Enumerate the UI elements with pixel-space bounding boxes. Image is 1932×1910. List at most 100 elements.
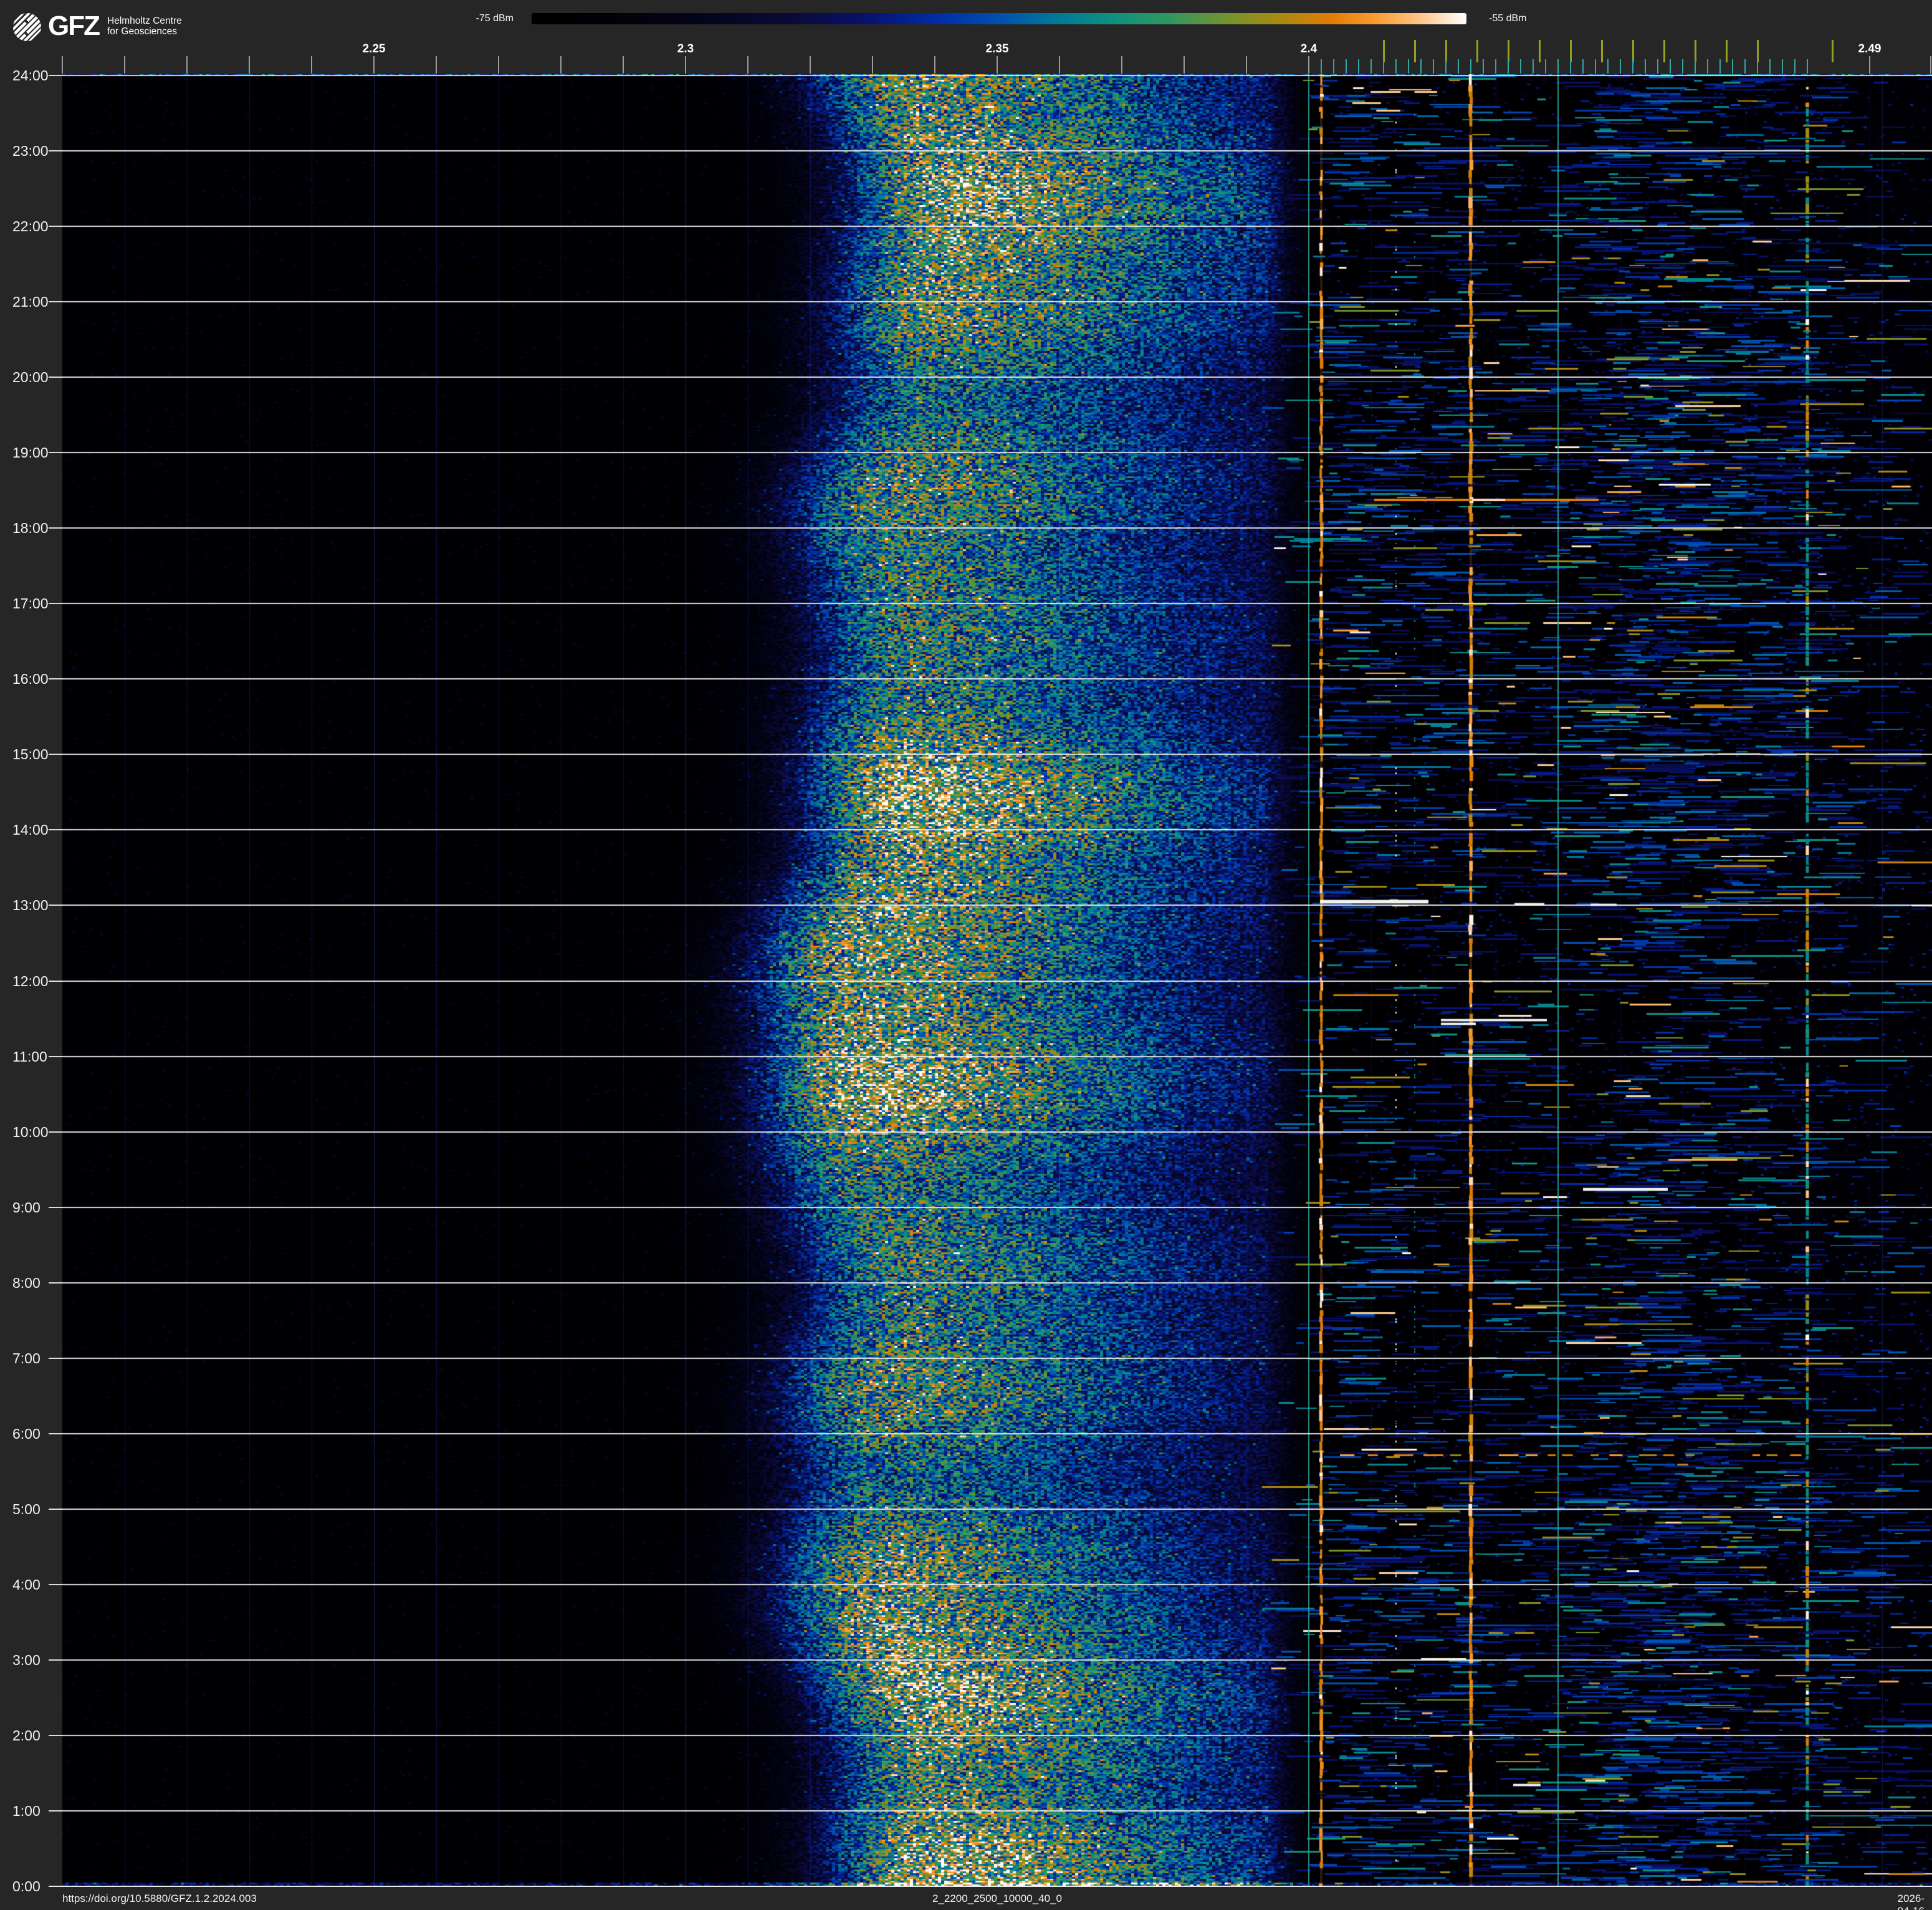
time-label-3:00: 3:00 — [12, 1651, 41, 1668]
ble-channel-tick — [1508, 59, 1509, 74]
freq-minor-tick — [249, 56, 250, 74]
wifi-channel-tick — [1414, 40, 1416, 62]
time-tick-24:00 — [49, 75, 62, 77]
wifi-channel-tick — [1539, 40, 1541, 62]
freq-minor-tick — [373, 56, 375, 74]
ble-channel-tick — [1744, 59, 1746, 74]
freq-minor-tick — [498, 56, 499, 74]
freq-minor-tick — [1121, 56, 1122, 74]
ble-channel-tick — [1607, 59, 1609, 74]
freq-minor-tick — [436, 56, 437, 74]
wifi-channel-tick — [1476, 40, 1478, 62]
ble-channel-tick — [1557, 59, 1559, 74]
time-tick-16:00 — [49, 678, 62, 680]
ble-channel-tick — [1570, 59, 1571, 74]
ble-channel-tick — [1732, 59, 1733, 74]
time-tick-17:00 — [49, 603, 62, 605]
time-label-5:00: 5:00 — [12, 1500, 41, 1517]
time-label-19:00: 19:00 — [12, 444, 49, 461]
freq-minor-tick — [560, 56, 562, 74]
ble-channel-tick — [1333, 59, 1334, 74]
ble-channel-tick — [1321, 59, 1322, 74]
time-label-0:00: 0:00 — [12, 1878, 41, 1894]
date-label: 2026-04-16 — [1897, 1893, 1925, 1910]
time-tick-20:00 — [49, 377, 62, 378]
ble-channel-tick — [1707, 59, 1708, 74]
ble-channel-tick — [1769, 59, 1771, 74]
ble-channel-tick — [1794, 59, 1796, 74]
time-label-17:00: 17:00 — [12, 595, 49, 612]
time-label-23:00: 23:00 — [12, 143, 49, 160]
time-label-7:00: 7:00 — [12, 1350, 41, 1366]
time-label-16:00: 16:00 — [12, 671, 49, 688]
doi-text: https://doi.org/10.5880/GFZ.1.2.2024.003 — [62, 1893, 257, 1904]
ble-channel-tick — [1545, 59, 1546, 74]
time-tick-11:00 — [49, 1055, 62, 1057]
time-label-11:00: 11:00 — [12, 1048, 47, 1065]
ble-channel-tick — [1346, 59, 1347, 74]
ble-channel-tick — [1595, 59, 1596, 74]
wifi-channel-tick — [1601, 40, 1603, 62]
freq-minor-tick — [1308, 56, 1309, 74]
time-tick-5:00 — [49, 1508, 62, 1510]
time-label-15:00: 15:00 — [12, 746, 49, 763]
wifi-channel-tick — [1508, 40, 1509, 62]
ble-channel-tick — [1620, 59, 1621, 74]
wifi-channel-tick — [1832, 40, 1834, 62]
freq-minor-tick — [1184, 56, 1185, 74]
wifi-channel-tick — [1383, 40, 1385, 62]
time-tick-8:00 — [49, 1282, 62, 1284]
time-tick-6:00 — [49, 1432, 62, 1434]
ble-channel-tick — [1458, 59, 1459, 74]
freq-minor-tick — [623, 56, 624, 74]
freq-label-2.25: 2.25 — [362, 42, 386, 55]
time-tick-2:00 — [49, 1734, 62, 1736]
freq-minor-tick — [1869, 56, 1870, 74]
freq-minor-tick — [311, 56, 312, 74]
time-label-14:00: 14:00 — [12, 822, 49, 838]
freq-minor-tick — [1246, 56, 1247, 74]
ble-channel-tick — [1695, 59, 1696, 74]
gfz-globe-icon — [12, 12, 42, 42]
ble-channel-tick — [1370, 59, 1372, 74]
freq-label-2.49: 2.49 — [1858, 42, 1882, 55]
freq-minor-tick — [685, 56, 686, 74]
freq-minor-tick — [997, 56, 998, 74]
ble-channel-tick — [1782, 59, 1783, 74]
wifi-channel-tick — [1445, 40, 1447, 62]
wifi-channel-tick — [1726, 40, 1728, 62]
gfz-wordmark: GFZ — [48, 11, 100, 41]
ble-channel-tick — [1433, 59, 1434, 74]
freq-minor-tick — [872, 56, 873, 74]
wifi-channel-tick — [1570, 40, 1572, 62]
time-tick-7:00 — [49, 1357, 62, 1359]
time-label-10:00: 10:00 — [12, 1123, 49, 1140]
time-label-20:00: 20:00 — [12, 369, 49, 386]
time-label-12:00: 12:00 — [12, 972, 49, 989]
ble-channel-tick — [1408, 59, 1409, 74]
ble-channel-tick — [1470, 59, 1471, 74]
ble-channel-tick — [1682, 59, 1683, 74]
ble-channel-tick — [1383, 59, 1384, 74]
ble-channel-tick — [1670, 59, 1671, 74]
gfz-subtitle: Helmholtz Centre for Geosciences — [107, 16, 182, 37]
time-tick-18:00 — [49, 527, 62, 529]
ble-channel-tick — [1520, 59, 1521, 74]
time-tick-15:00 — [49, 754, 62, 756]
freq-minor-tick — [810, 56, 811, 74]
freq-label-2.3: 2.3 — [677, 42, 694, 55]
wifi-channel-tick — [1663, 40, 1665, 62]
wifi-channel-tick — [1695, 40, 1696, 62]
time-tick-1:00 — [49, 1810, 62, 1812]
time-label-8:00: 8:00 — [12, 1274, 41, 1291]
dataset-name: 2_2200_2500_10000_40_0 — [932, 1893, 1063, 1904]
freq-minor-tick — [747, 56, 748, 74]
ble-channel-tick — [1495, 59, 1496, 74]
freq-label-2.35: 2.35 — [985, 42, 1009, 55]
colorbar-gradient — [532, 13, 1466, 24]
spectrogram-page: GFZ Helmholtz Centre for Geosciences -75… — [0, 0, 1932, 1910]
time-label-4:00: 4:00 — [12, 1576, 41, 1593]
time-tick-4:00 — [49, 1583, 62, 1585]
colorbar-max-label: -55 dBm — [1489, 13, 1527, 24]
ble-channel-tick — [1483, 59, 1484, 74]
